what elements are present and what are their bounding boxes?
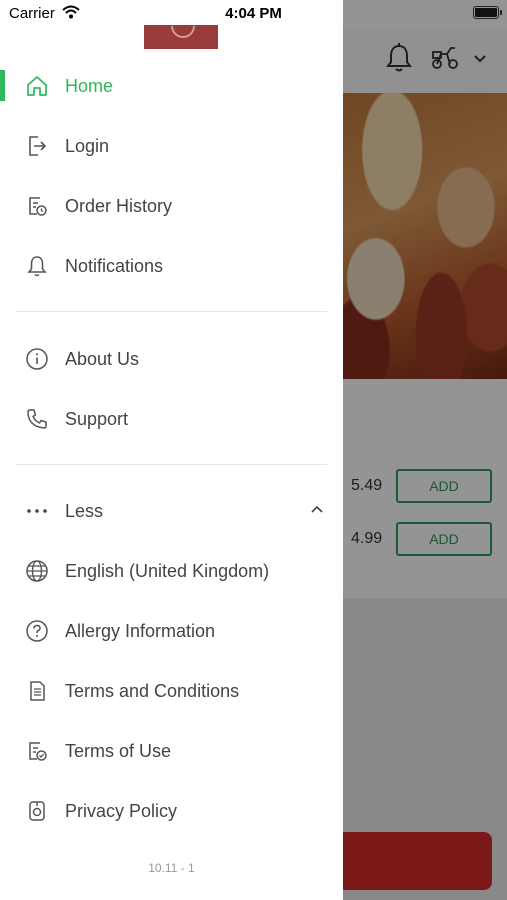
menu-label: Less (65, 500, 104, 521)
menu-item-terms-of-use[interactable]: Terms of Use (0, 729, 343, 773)
divider (16, 311, 327, 312)
menu-label: Terms of Use (65, 740, 172, 761)
menu-label: Allergy Information (65, 620, 216, 641)
menu-item-language[interactable]: English (United Kingdom) (0, 549, 343, 593)
menu-item-home[interactable]: Home (0, 64, 343, 108)
battery-tip (500, 10, 502, 15)
order-history-icon (24, 193, 50, 219)
drawer-overlay[interactable] (343, 0, 507, 900)
document-check-icon (24, 738, 50, 764)
globe-icon (24, 558, 50, 584)
chevron-up-icon (309, 502, 325, 520)
menu-label: Home (65, 75, 114, 96)
menu-item-login[interactable]: Login (0, 124, 343, 168)
menu-label: Notifications (65, 255, 164, 276)
status-time: 4:04 PM (225, 5, 282, 22)
divider (16, 464, 327, 465)
menu-toggle-less[interactable]: Less (0, 489, 343, 533)
menu-item-terms-and-conditions[interactable]: Terms and Conditions (0, 669, 343, 713)
home-icon (24, 73, 50, 99)
battery-icon (473, 6, 499, 19)
menu-item-allergy-information[interactable]: Allergy Information (0, 609, 343, 653)
menu-item-notifications[interactable]: Notifications (0, 244, 343, 288)
question-icon (24, 618, 50, 644)
menu-label: Support (65, 408, 129, 429)
navigation-drawer: Home Login Order History Notifications A… (0, 0, 343, 900)
status-bar: Carrier 4:04 PM (0, 0, 507, 28)
document-icon (24, 678, 50, 704)
menu-item-privacy-policy[interactable]: Privacy Policy (0, 789, 343, 833)
menu-item-order-history[interactable]: Order History (0, 184, 343, 228)
phone-icon (24, 406, 50, 432)
menu-label: Order History (65, 195, 173, 216)
brand-logo (144, 25, 218, 49)
menu-label: Privacy Policy (65, 800, 178, 821)
menu-item-about-us[interactable]: About Us (0, 337, 343, 381)
login-icon (24, 133, 50, 159)
more-dots-icon (24, 498, 50, 524)
privacy-icon (24, 798, 50, 824)
menu-label: English (United Kingdom) (65, 560, 270, 581)
menu-label: About Us (65, 348, 140, 369)
menu-label: Login (65, 135, 110, 156)
app-version: 10.11 - 1 (148, 861, 195, 875)
menu-label: Terms and Conditions (65, 680, 240, 701)
menu-item-support[interactable]: Support (0, 397, 343, 441)
bell-icon (24, 253, 50, 279)
info-icon (24, 346, 50, 372)
